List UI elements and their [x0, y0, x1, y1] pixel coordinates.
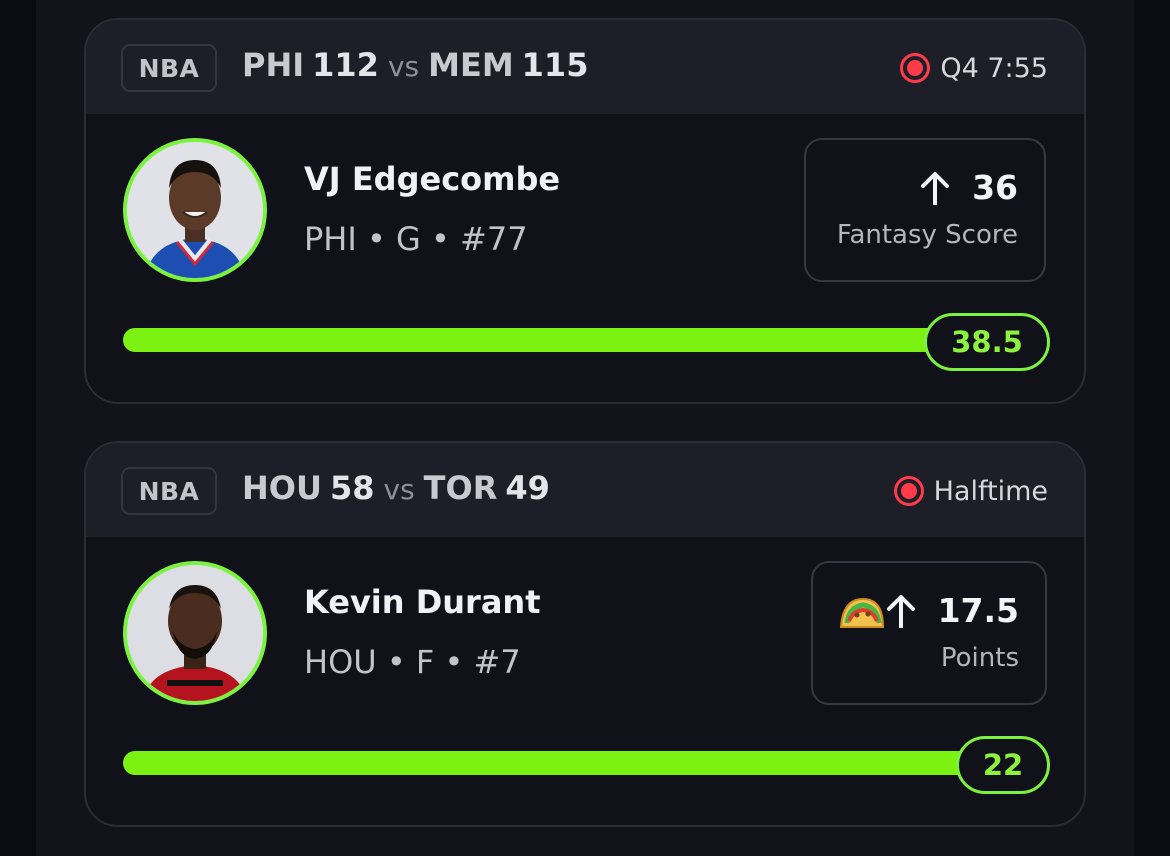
game-header: NBA PHI 112 vs MEM 115 Q4 7:55 [86, 20, 1084, 114]
progress-bar [123, 328, 959, 352]
arrow-up-icon [886, 594, 915, 628]
player-meta: HOU • F • #7 [304, 643, 521, 681]
vs-label: vs [383, 473, 415, 506]
arrow-up-icon [921, 171, 950, 205]
league-badge: NBA [121, 467, 217, 515]
away-score: 49 [505, 469, 550, 507]
line-value-pill: 38.5 [924, 313, 1050, 371]
home-score: 58 [329, 469, 375, 507]
stat-value: 17.5 [937, 591, 1019, 630]
league-badge: NBA [121, 44, 217, 92]
game-header: NBA HOU 58 vs TOR 49 Halftime [86, 443, 1084, 537]
taco-icon [839, 597, 885, 628]
progress-bar [123, 751, 993, 775]
game-status: Halftime [893, 475, 1048, 507]
live-indicator-icon [893, 476, 924, 506]
vs-label: vs [387, 50, 420, 83]
stat-value: 36 [972, 168, 1018, 207]
away-team: MEM [428, 46, 514, 84]
line-value-pill: 22 [956, 736, 1050, 794]
away-team: TOR [423, 469, 498, 507]
player-headshot-image [127, 565, 263, 701]
prop-card[interactable]: NBA HOU 58 vs TOR 49 Halftime Kevin Dura… [84, 441, 1086, 827]
home-score: 112 [312, 46, 379, 84]
stat-line: 17.5 [886, 591, 1019, 630]
stat-projection-box[interactable]: 17.5 Points [811, 561, 1047, 705]
matchup: PHI 112 vs MEM 115 [242, 46, 588, 88]
player-avatar[interactable] [123, 561, 267, 705]
player-meta: PHI • G • #77 [304, 220, 528, 258]
stat-label: Points [940, 643, 1019, 673]
prop-card[interactable]: NBA PHI 112 vs MEM 115 Q4 7:55 VJ Edgeco… [84, 18, 1086, 404]
game-status: Q4 7:55 [900, 52, 1048, 84]
live-indicator-icon [900, 53, 931, 83]
stat-label: Fantasy Score [836, 220, 1018, 250]
matchup: HOU 58 vs TOR 49 [242, 469, 550, 511]
player-name: VJ Edgecombe [304, 160, 561, 198]
player-avatar[interactable] [123, 138, 267, 282]
game-clock: Halftime [933, 475, 1048, 507]
stat-projection-box[interactable]: 36 Fantasy Score [804, 138, 1046, 282]
home-team: PHI [242, 46, 305, 84]
home-team: HOU [242, 469, 322, 507]
stat-line: 36 [920, 168, 1018, 207]
player-headshot-image [127, 142, 263, 278]
away-score: 115 [521, 46, 589, 84]
player-name: Kevin Durant [304, 583, 541, 621]
game-clock: Q4 7:55 [940, 52, 1048, 84]
